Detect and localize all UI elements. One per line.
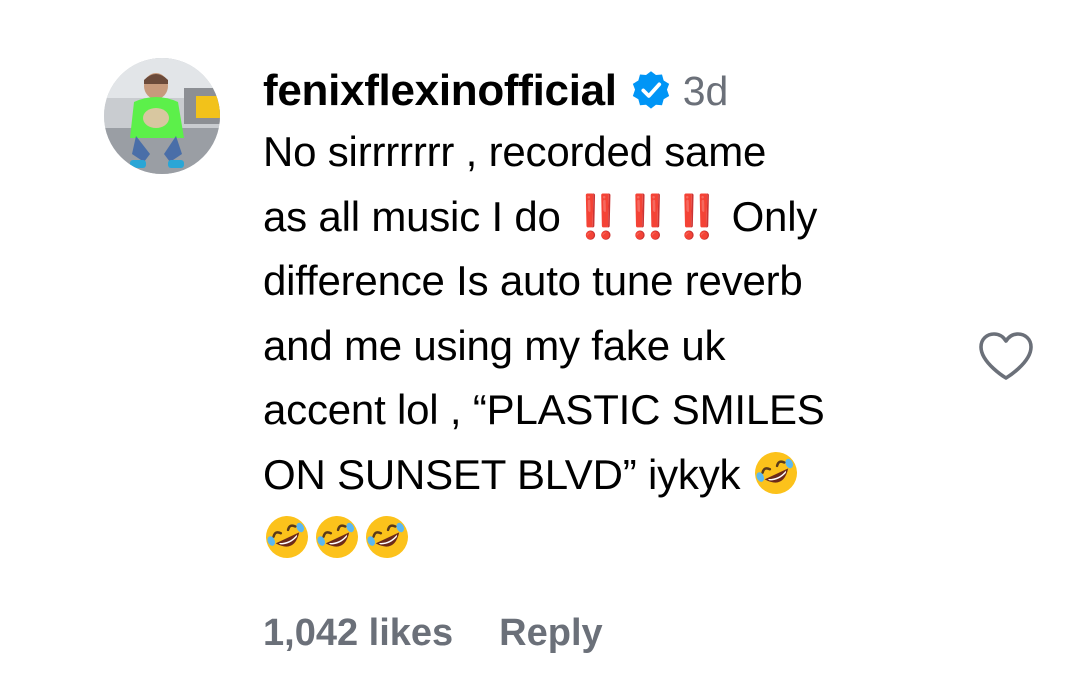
- username-link[interactable]: fenixflexinofficial: [263, 66, 617, 116]
- like-heart-icon[interactable]: [977, 330, 1035, 382]
- verified-badge-icon: [629, 69, 673, 113]
- rolling-laughing-emoji-icon: [752, 449, 800, 497]
- double-exclamation-emojis: ‼️‼️‼️: [572, 192, 723, 240]
- comment-line: difference Is auto tune reverb: [263, 257, 803, 304]
- likes-count[interactable]: 1,042 likes: [263, 612, 453, 655]
- comment-line: accent lol , “PLASTIC SMILES: [263, 386, 825, 433]
- reply-button[interactable]: Reply: [499, 612, 602, 655]
- comment-line: as all music I do ‼️‼️‼️ Only: [263, 192, 818, 240]
- rolling-laughing-emoji-icon: [263, 513, 311, 561]
- avatar[interactable]: [104, 58, 220, 174]
- comment-line: No sirrrrrrr , recorded same: [263, 128, 767, 175]
- emoji-row: [263, 507, 963, 572]
- comment-line: ON SUNSET BLVD” iykyk: [263, 443, 963, 508]
- comment-text: No sirrrrrrr , recorded same as all musi…: [263, 120, 963, 572]
- comment-line: and me using my fake uk: [263, 321, 726, 369]
- comment-header: fenixflexinofficial 3d: [263, 62, 963, 120]
- comment-footer: 1,042 likes Reply: [263, 612, 603, 655]
- comment-timestamp: 3d: [682, 67, 729, 114]
- rolling-laughing-emoji-icon: [363, 513, 411, 561]
- rolling-laughing-emoji-icon: [313, 513, 361, 561]
- comment: fenixflexinofficial 3d No sirrrrrrr , re…: [263, 62, 963, 572]
